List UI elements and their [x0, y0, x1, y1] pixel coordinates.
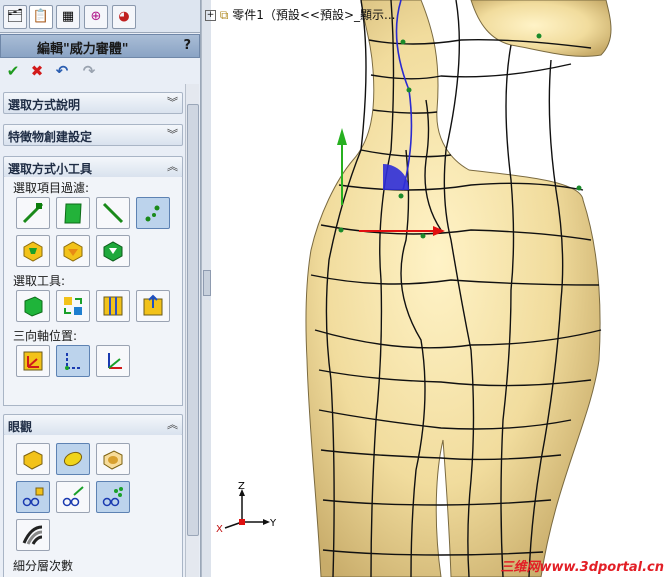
target-icon: ⊕ [90, 9, 102, 24]
solid-green-icon [103, 241, 123, 262]
section-feature-settings[interactable]: 特徵物創建設定 ︾ [3, 124, 183, 146]
grow-selection-button[interactable] [96, 290, 130, 322]
zebra-stripes-button[interactable] [16, 519, 50, 551]
view-triad: Z Y X [216, 481, 277, 535]
glasses-edge-icon [62, 486, 84, 507]
point-filter-icon [145, 205, 160, 222]
filter-solid-green-button[interactable] [96, 235, 130, 267]
panel-splitter[interactable] [201, 0, 211, 577]
triad-box-icon [23, 351, 43, 371]
config-icon: ▦ [61, 9, 75, 24]
solid-orange-icon [63, 241, 83, 262]
triad-position-3-button[interactable] [96, 345, 130, 377]
shrink-selection-button[interactable] [136, 290, 170, 322]
grid-shrink-icon [143, 294, 163, 316]
undo-icon[interactable]: ↶ [53, 62, 71, 80]
section-display[interactable]: 眼觀 ︽ [3, 414, 183, 436]
tab-feature-manager[interactable]: 🗂 [3, 5, 27, 29]
chevron-down-icon: ︾ [167, 96, 178, 109]
zebra-icon [22, 525, 43, 545]
filter-vertex-button[interactable] [16, 197, 50, 229]
watermark-text: 三维网www.3dportal.cn [500, 560, 664, 575]
chevron-down-icon: ︾ [167, 128, 178, 141]
show-edges-button[interactable] [56, 481, 90, 513]
feature-tree-flyout[interactable]: + ⧉ 零件1（預設<<預設>_顯示... [205, 6, 395, 23]
triad-corner-icon [65, 353, 82, 370]
tools-label: 選取工具: [13, 274, 66, 288]
glasses-vertex-icon [102, 487, 123, 507]
subdiv-label: 細分層次數 [13, 559, 74, 573]
glasses-points-icon [22, 487, 44, 507]
part-icon: ⧉ [219, 8, 229, 22]
display-both-button[interactable] [96, 443, 130, 475]
grid-grow-icon [103, 296, 123, 316]
color-wheel-icon: ◕ [118, 9, 130, 24]
redo-icon[interactable]: ↷ [80, 62, 98, 80]
box-display-icon [23, 450, 43, 470]
section-selection-tools-label: 選取方式小工具 [8, 162, 93, 176]
cube-green-icon [24, 296, 43, 317]
property-manager: 🗂 📋 ▦ ⊕ ◕ 編輯"威力審體" ? ✔ ✖ ↶ ↷ 選取方式說明 ︾ 特徵… [0, 0, 201, 577]
chevron-up-icon: ︽ [167, 160, 178, 173]
vertex-filter-icon [22, 202, 44, 224]
action-row: ✔ ✖ ↶ ↷ [0, 58, 198, 84]
section-feature-settings-label: 特徵物創建設定 [8, 130, 93, 144]
filter-label: 選取項目過濾: [13, 181, 90, 195]
selection-tools-body: 選取項目過濾: 選取工具: 三向軸位置: [3, 177, 183, 406]
cancel-x-icon[interactable]: ✖ [28, 62, 46, 80]
display-smooth-button[interactable] [56, 443, 90, 475]
tab-configuration[interactable]: ▦ [56, 5, 80, 29]
triad-position-1-button[interactable] [16, 345, 50, 377]
feature-tree-icon: 🗂 [6, 9, 24, 24]
filter-edge-button[interactable] [96, 197, 130, 229]
display-body: 細分層次數 [3, 435, 183, 577]
show-vertices-button[interactable] [96, 481, 130, 513]
display-box-button[interactable] [16, 443, 50, 475]
select-all-button[interactable] [16, 290, 50, 322]
face-filter-icon [64, 203, 82, 224]
panel-scrollbar[interactable] [185, 84, 199, 577]
scrollbar-thumb[interactable] [187, 104, 199, 536]
panel-title: 編輯"威力審體" [37, 42, 129, 57]
edge-filter-icon [102, 202, 124, 224]
box-wire-icon [103, 450, 123, 470]
triad-x-label: X [216, 524, 223, 535]
green-arrow-head [337, 128, 347, 145]
section-display-label: 眼觀 [8, 420, 33, 434]
tab-display[interactable]: ◕ [112, 5, 136, 29]
invert-selection-button[interactable] [56, 290, 90, 322]
swap-icon [64, 297, 82, 315]
panel-tabs: 🗂 📋 ▦ ⊕ ◕ [0, 0, 200, 33]
splitter-grip-icon[interactable] [203, 270, 211, 296]
solid-yellow-icon [23, 241, 43, 262]
model-render[interactable]: Z Y X [211, 0, 670, 578]
section-selection-tools[interactable]: 選取方式小工具 ︽ [3, 156, 183, 178]
triad-label: 三向軸位置: [13, 329, 78, 343]
ellipsoid-icon [63, 451, 83, 467]
chevron-up-icon: ︽ [167, 418, 178, 431]
triad-position-2-button[interactable] [56, 345, 90, 377]
part-name[interactable]: 零件1（預設<<預設>_顯示... [232, 8, 395, 22]
triad-z-label: Z [238, 481, 245, 492]
model-body [305, 0, 601, 578]
filter-solid-orange-button[interactable] [56, 235, 90, 267]
filter-point-button[interactable] [136, 197, 170, 229]
help-button[interactable]: ? [183, 38, 191, 53]
section-selection-help-label: 選取方式說明 [8, 98, 81, 112]
triad-axes-icon [108, 353, 122, 369]
graphics-viewport[interactable]: Z Y X [211, 0, 670, 578]
expand-plus-icon[interactable]: + [205, 10, 216, 21]
ok-check-icon[interactable]: ✔ [4, 62, 22, 80]
tab-property-manager[interactable]: 📋 [29, 5, 53, 29]
triad-y-label: Y [269, 518, 277, 529]
filter-face-button[interactable] [56, 197, 90, 229]
property-icon: 📋 [32, 9, 50, 24]
panel-title-bar: 編輯"威力審體" ? [0, 34, 200, 58]
filter-solid-yellow-button[interactable] [16, 235, 50, 267]
tab-dimxpert[interactable]: ⊕ [84, 5, 108, 29]
show-points-button[interactable] [16, 481, 50, 513]
section-selection-help[interactable]: 選取方式說明 ︾ [3, 92, 183, 114]
